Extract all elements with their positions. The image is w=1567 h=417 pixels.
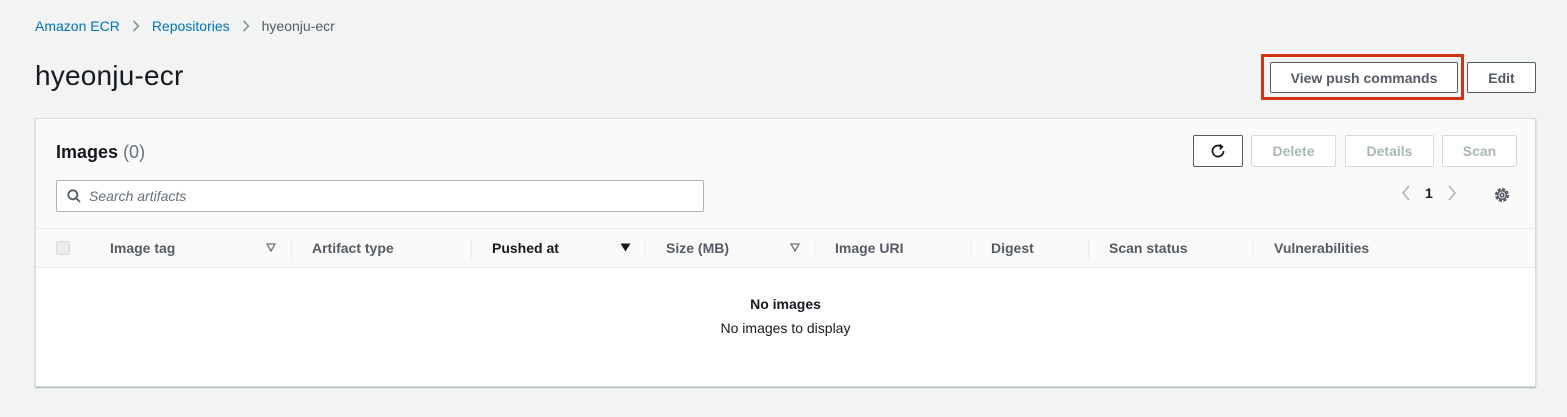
column-divider[interactable]	[970, 239, 971, 259]
col-scan-status[interactable]: Scan status	[1109, 229, 1188, 267]
chevron-left-icon[interactable]	[1401, 185, 1411, 201]
col-pushed-at[interactable]: Pushed at	[492, 229, 559, 267]
chevron-right-icon[interactable]	[1447, 185, 1457, 201]
chevron-right-icon	[132, 20, 140, 32]
column-divider[interactable]	[1088, 239, 1089, 259]
col-scan-status-label: Scan status	[1109, 240, 1188, 256]
column-divider[interactable]	[471, 239, 472, 259]
search-input[interactable]: Search artifacts	[56, 180, 704, 212]
panel-title-text: Images	[56, 142, 119, 162]
column-divider[interactable]	[1253, 239, 1254, 259]
image-count: (0)	[123, 142, 146, 162]
breadcrumb-current: hyeonju-ecr	[261, 18, 335, 34]
chevron-right-icon	[242, 20, 250, 32]
column-divider[interactable]	[291, 239, 292, 259]
col-size[interactable]: Size (MB)	[666, 229, 729, 267]
col-image-uri[interactable]: Image URI	[835, 229, 903, 267]
col-artifact-type[interactable]: Artifact type	[312, 229, 394, 267]
empty-title: No images	[750, 296, 821, 312]
details-button[interactable]: Details	[1345, 135, 1434, 167]
column-divider[interactable]	[645, 239, 646, 259]
breadcrumb: Amazon ECR Repositories hyeonju-ecr	[35, 18, 335, 34]
sort-icon[interactable]	[266, 243, 276, 252]
breadcrumb-repositories[interactable]: Repositories	[152, 18, 230, 34]
refresh-button[interactable]	[1193, 135, 1243, 167]
panel-title: Images (0)	[56, 142, 145, 163]
scan-button[interactable]: Scan	[1442, 135, 1517, 167]
col-vulnerabilities-label: Vulnerabilities	[1274, 240, 1370, 256]
page-title: hyeonju-ecr	[35, 60, 184, 91]
current-page[interactable]: 1	[1425, 185, 1433, 201]
select-all-checkbox[interactable]	[56, 241, 70, 255]
col-digest-label: Digest	[991, 240, 1034, 256]
edit-button[interactable]: Edit	[1467, 62, 1536, 93]
images-panel: Images (0) Delete Details Scan Search ar…	[35, 118, 1536, 387]
settings-gear-icon[interactable]	[1493, 186, 1511, 209]
search-placeholder: Search artifacts	[89, 188, 187, 204]
col-artifact-type-label: Artifact type	[312, 240, 394, 256]
col-digest[interactable]: Digest	[991, 229, 1034, 267]
col-image-uri-label: Image URI	[835, 240, 904, 256]
column-divider[interactable]	[814, 239, 815, 259]
table-header: Image tag Artifact type Pushed at Size (…	[36, 228, 1535, 268]
panel-header: Images (0) Delete Details Scan Search ar…	[36, 119, 1535, 228]
sort-icon[interactable]	[790, 243, 800, 252]
col-image-tag-label: Image tag	[110, 240, 176, 256]
search-icon	[67, 189, 81, 203]
sort-descending-icon[interactable]	[620, 243, 631, 252]
col-vulnerabilities[interactable]: Vulnerabilities	[1274, 229, 1369, 267]
col-pushed-at-label: Pushed at	[492, 240, 559, 256]
col-size-label: Size (MB)	[666, 240, 729, 256]
breadcrumb-amazon-ecr[interactable]: Amazon ECR	[35, 18, 120, 34]
delete-button[interactable]: Delete	[1251, 135, 1336, 167]
pagination: 1	[1401, 185, 1457, 201]
empty-state: No images No images to display	[36, 296, 1535, 336]
refresh-icon	[1209, 142, 1227, 160]
col-image-tag[interactable]: Image tag	[110, 229, 175, 267]
empty-text: No images to display	[720, 320, 851, 336]
view-push-commands-button[interactable]: View push commands	[1270, 62, 1458, 93]
